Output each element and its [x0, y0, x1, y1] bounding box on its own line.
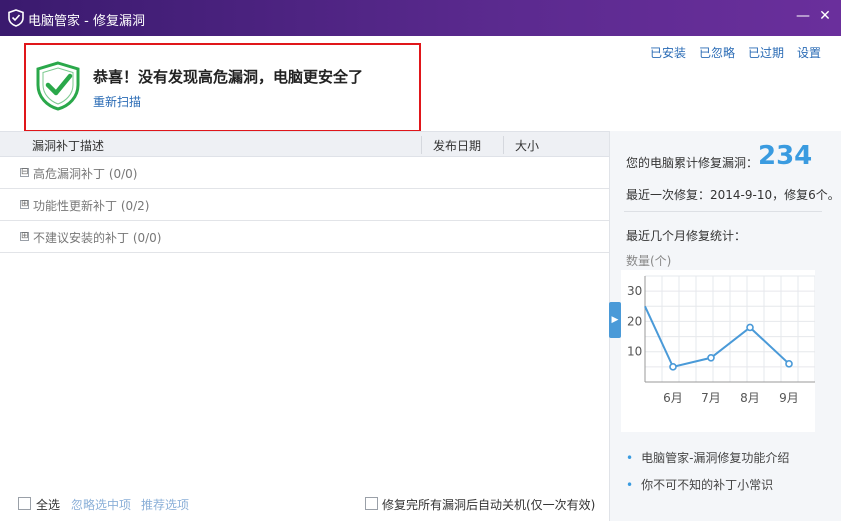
status-headline: 恭喜！没有发现高危漏洞，电脑更安全了: [93, 68, 364, 86]
window-title: 电脑管家 - 修复漏洞: [28, 14, 145, 29]
data-point: [669, 363, 677, 371]
y-tick-label: 20: [627, 314, 642, 328]
data-point: [785, 360, 793, 368]
highlight-box: [24, 43, 421, 132]
rescan-link[interactable]: 重新扫描: [93, 93, 141, 110]
tip-link-knowledge[interactable]: 你不可不知的补丁小常识: [641, 478, 773, 492]
ignored-link[interactable]: 已忽略: [699, 44, 735, 61]
tip-item[interactable]: • 你不可不知的补丁小常识: [626, 476, 789, 493]
auto-shutdown-checkbox[interactable]: [365, 497, 378, 510]
auto-shutdown-label[interactable]: 修复完所有漏洞后自动关机(仅一次有效): [382, 496, 595, 513]
total-repaired-count: 234: [758, 141, 813, 171]
data-point: [707, 353, 715, 362]
bullet-icon: •: [626, 478, 634, 492]
ignore-selected-link[interactable]: 忽略选中项: [71, 496, 131, 513]
table-header: 漏洞补丁描述 发布日期 大小: [0, 131, 609, 157]
data-point: [746, 323, 754, 332]
x-tick-label: 6月: [663, 391, 683, 405]
y-tick-label: 10: [627, 345, 642, 359]
group-label: 功能性更新补丁 (0/2): [33, 199, 150, 213]
x-tick-label: 7月: [701, 391, 721, 405]
group-label: 高危漏洞补丁 (0/0): [33, 167, 138, 181]
settings-link[interactable]: 设置: [797, 44, 821, 61]
group-label: 不建议安装的补丁 (0/0): [33, 231, 162, 245]
group-row-functional[interactable]: ⊞ 功能性更新补丁 (0/2): [0, 189, 609, 221]
group-row-not-recommended[interactable]: ⊞ 不建议安装的补丁 (0/0): [0, 221, 609, 253]
footer-bar: 全选 忽略选中项 推荐选项 修复完所有漏洞后自动关机(仅一次有效): [0, 489, 609, 521]
x-tick-label: 8月: [740, 391, 760, 405]
column-divider: [503, 136, 504, 154]
y-tick-label: 30: [627, 284, 642, 298]
chart-y-label: 数量(个): [626, 254, 672, 268]
column-description[interactable]: 漏洞补丁描述: [32, 137, 104, 154]
recommend-link[interactable]: 推荐选项: [141, 496, 189, 513]
column-divider: [421, 136, 422, 154]
divider: [624, 211, 822, 212]
column-date[interactable]: 发布日期: [433, 137, 481, 154]
installed-link[interactable]: 已安装: [650, 44, 686, 61]
collapse-icon[interactable]: ⊟: [20, 168, 29, 177]
expired-link[interactable]: 已过期: [748, 44, 784, 61]
tips-list: • 电脑管家-漏洞修复功能介绍 • 你不可不知的补丁小常识: [626, 449, 789, 503]
group-row-critical[interactable]: ⊟ 高危漏洞补丁 (0/0): [0, 157, 609, 189]
shield-check-icon: [36, 61, 80, 111]
expand-icon[interactable]: ⊞: [20, 200, 29, 209]
recent-stats-label: 最近几个月修复统计：: [626, 229, 747, 243]
expand-icon[interactable]: ⊞: [20, 232, 29, 241]
top-nav: 已安装 已忽略 已过期 设置: [650, 44, 821, 61]
panel-toggle-button[interactable]: ▶: [609, 302, 621, 338]
x-tick-label: 9月: [779, 391, 799, 405]
total-repaired-label: 您的电脑累计修复漏洞：: [626, 156, 759, 170]
repair-line-chart: 10 20 30 6月 7月 8月 9月: [621, 270, 815, 432]
shield-logo-icon: [8, 9, 24, 27]
close-button[interactable]: ✕: [816, 8, 834, 24]
minimize-button[interactable]: —: [794, 8, 812, 24]
last-repair-text: 最近一次修复：2014-9-10，修复6个。: [626, 188, 840, 202]
column-size[interactable]: 大小: [515, 137, 539, 154]
tip-link-intro[interactable]: 电脑管家-漏洞修复功能介绍: [641, 451, 789, 465]
select-all-label[interactable]: 全选: [36, 496, 60, 513]
tip-item[interactable]: • 电脑管家-漏洞修复功能介绍: [626, 449, 789, 466]
select-all-checkbox[interactable]: [18, 497, 31, 510]
bullet-icon: •: [626, 451, 634, 465]
title-bar: 电脑管家 - 修复漏洞 — ✕: [0, 0, 841, 36]
